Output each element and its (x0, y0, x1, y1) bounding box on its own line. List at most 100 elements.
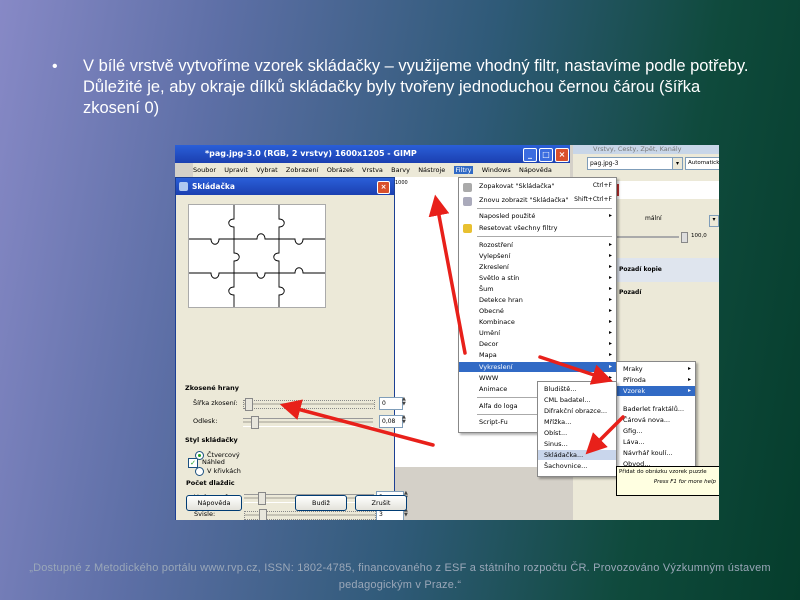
submenu-arrow-icon: ▸ (608, 340, 612, 347)
menu-item[interactable]: Naposled použité (479, 212, 535, 220)
gimp-window-title: *pag.jpg-3.0 (RGB, 2 vrstvy) 1600x1205 -… (205, 149, 417, 158)
submenu-arrow-icon: ▸ (608, 374, 612, 381)
submenu-arrow-icon: ▸ (608, 329, 612, 336)
opacity-value[interactable]: 100,0 (691, 233, 707, 239)
submenu-arrow-icon: ▸ (608, 363, 612, 370)
menu-barvy[interactable]: Barvy (391, 166, 410, 174)
menu-item[interactable]: Světlo a stín (479, 274, 519, 282)
menu-item[interactable]: Láva... (623, 438, 645, 446)
auto-button[interactable]: Automaticky (685, 157, 719, 170)
menu-item[interactable]: Zkreslení (479, 263, 509, 271)
menu-item[interactable]: Šum (479, 285, 494, 293)
slide-text: V bílé vrstvě vytvoříme vzorek skládačky… (83, 57, 749, 117)
submenu-arrow-icon: ▸ (687, 387, 691, 394)
repeat-icon (463, 183, 472, 192)
menu-item[interactable]: Animace (479, 385, 507, 393)
menu-item-pattern[interactable]: Vzorek (623, 387, 645, 395)
chevron-down-icon[interactable]: ▾ (672, 157, 683, 170)
menu-item[interactable]: Mraky (623, 365, 643, 373)
ruler-label: 1000 (395, 180, 408, 186)
reshow-icon (463, 197, 472, 206)
slider-knob[interactable] (258, 492, 266, 505)
menu-item[interactable]: Difrakční obrazce... (544, 407, 607, 415)
menu-shortcut: Ctrl+F (592, 182, 612, 189)
tooltip-text: Přidat do obrázku vzorek puzzle (619, 469, 707, 475)
spin-arrows-icon[interactable]: ▲ ▼ (404, 491, 410, 502)
layer-mode[interactable]: mální (645, 215, 662, 222)
preview-label: Náhled (202, 458, 225, 466)
horizontal-slider[interactable] (244, 492, 374, 505)
menu-zobrazeni[interactable]: Zobrazení (286, 166, 319, 174)
menu-item[interactable]: Návrhář koulí... (623, 449, 673, 457)
menu-item[interactable]: Gfig... (623, 427, 642, 435)
menu-vybrat[interactable]: Vybrat (256, 166, 277, 174)
vertical-slider[interactable] (244, 509, 376, 520)
spin-arrows-icon[interactable]: ▲ ▼ (404, 508, 410, 519)
puzzle-pattern-icon (189, 205, 325, 307)
menu-windows[interactable]: Windows (482, 166, 511, 174)
menu-item[interactable]: Kombinace (479, 318, 515, 326)
submenu-arrow-icon: ▸ (608, 307, 612, 314)
menu-item[interactable]: Obecné (479, 307, 504, 315)
menu-napoveda[interactable]: Nápověda (519, 166, 552, 174)
menu-item[interactable]: Detekce hran (479, 296, 523, 304)
menu-item[interactable]: Příroda (623, 376, 646, 384)
gimp-screenshot: *pag.jpg-3.0 (RGB, 2 vrstvy) 1600x1205 -… (175, 145, 719, 520)
submenu-arrow-icon: ▸ (608, 351, 612, 358)
menu-item[interactable]: Vylepšení (479, 252, 510, 260)
menu-soubor[interactable]: Soubor (193, 166, 216, 174)
menu-item[interactable]: Bludiště... (544, 385, 576, 393)
submenu-arrow-icon: ▸ (608, 241, 612, 248)
submenu-arrow-icon: ▸ (608, 285, 612, 292)
menu-filtry[interactable]: Filtry (453, 166, 474, 174)
close-button[interactable]: × (555, 148, 569, 162)
menu-nastroje[interactable]: Nástroje (418, 166, 445, 174)
menu-item-puzzle[interactable]: Skládačka... (544, 451, 583, 459)
menu-item[interactable]: Znovu zobrazit "Skládačka" (479, 196, 569, 204)
menu-item[interactable]: Script-Fu (479, 418, 508, 426)
slider-knob[interactable] (259, 509, 267, 520)
tooltip: Přidat do obrázku vzorek puzzle Press F1… (616, 466, 719, 496)
submenu-arrow-icon: ▸ (608, 212, 612, 219)
close-icon[interactable]: × (377, 181, 390, 194)
layer-item[interactable]: Pozadí (597, 282, 719, 304)
menu-item[interactable]: Obíst... (544, 429, 567, 437)
menu-item[interactable]: Alfa do loga (479, 402, 518, 410)
minimize-button[interactable]: _ (523, 148, 537, 162)
menu-item-render[interactable]: Vykreslení (479, 363, 513, 371)
layer-item[interactable]: Pozadí kopie (597, 259, 719, 281)
menu-item[interactable]: Šachovnice... (544, 462, 587, 470)
menu-item[interactable]: Rozostření (479, 241, 513, 249)
menu-item[interactable]: Mřížka... (544, 418, 571, 426)
menu-item[interactable]: Resetovat všechny filtry (479, 224, 558, 232)
menu-obrazek[interactable]: Obrázek (327, 166, 354, 174)
puzzle-preview (188, 204, 326, 308)
tiles-header: Počet dlaždic (186, 479, 235, 487)
submenu-arrow-icon: ▸ (608, 274, 612, 281)
vertical-input[interactable]: 3 (376, 508, 404, 520)
pattern-submenu: Bludiště... CML badatel... Difrakční obr… (537, 381, 617, 477)
menu-item[interactable]: Baderlet fraktálů... (623, 405, 684, 413)
menu-upravit[interactable]: Upravit (224, 166, 248, 174)
menu-item[interactable]: Mapa (479, 351, 497, 359)
menu-shortcut: Shift+Ctrl+F (574, 196, 612, 203)
menu-item[interactable]: CML badatel... (544, 396, 591, 404)
gimp-menubar: Soubor Upravit Vybrat Zobrazení Obrázek … (193, 163, 570, 177)
horizontal-input[interactable]: 3 (376, 491, 404, 504)
submenu-arrow-icon: ▸ (608, 296, 612, 303)
menu-item[interactable]: Sinus... (544, 440, 568, 448)
maximize-button[interactable]: □ (539, 148, 553, 162)
menu-vrstva[interactable]: Vrstva (362, 166, 383, 174)
opacity-knob[interactable] (681, 232, 688, 243)
menu-item[interactable]: WWW (479, 374, 498, 382)
menu-item[interactable]: Čárová nova... (623, 416, 670, 424)
image-selector[interactable]: pag.jpg-3 (587, 157, 673, 170)
vertical-label: Svisle: (194, 510, 216, 518)
horizontal-label: Vodorovně: (194, 493, 231, 501)
preview-checkbox[interactable]: ✓ (188, 458, 198, 468)
chevron-down-icon[interactable]: ▾ (709, 215, 719, 227)
menu-item[interactable]: Umění (479, 329, 500, 337)
menu-item[interactable]: Decor (479, 340, 498, 348)
layer-name: Pozadí (619, 289, 642, 296)
menu-item[interactable]: Zopakovat "Skládačka" (479, 182, 554, 190)
